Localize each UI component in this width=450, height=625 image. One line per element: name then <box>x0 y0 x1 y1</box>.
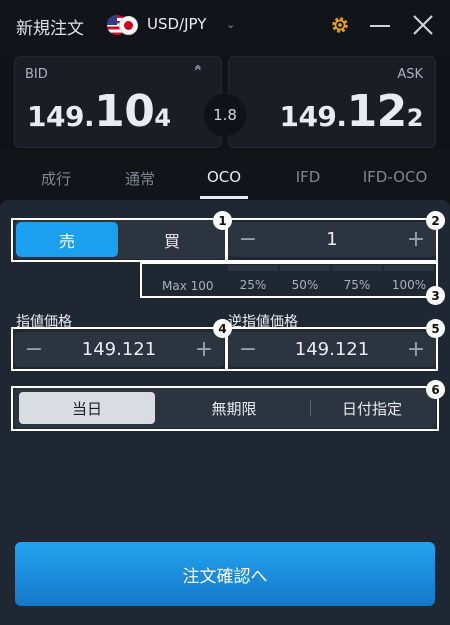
quantity-input[interactable]: 1 <box>268 222 396 257</box>
title-bar: 新規注文 USD/JPY ⌄ <box>0 0 450 52</box>
active-tab-indicator <box>200 196 248 199</box>
bid-label: BID <box>25 67 48 82</box>
ask-label: ASK <box>397 67 423 82</box>
limit-price-input[interactable]: 149.121 <box>54 332 184 367</box>
close-icon[interactable] <box>412 14 434 36</box>
gear-icon[interactable] <box>329 14 351 36</box>
currency-pair-selector[interactable]: USD/JPY <box>147 15 206 33</box>
tab-market[interactable]: 成行 <box>20 168 92 189</box>
double-chevron-up-icon[interactable]: ⌃ ⌃ <box>192 63 204 95</box>
limit-price-plus-button[interactable]: + <box>188 332 220 367</box>
stop-price-stepper: − 149.121 + <box>228 332 436 367</box>
limit-price-minus-button[interactable]: − <box>18 332 50 367</box>
window-title: 新規注文 <box>16 19 84 39</box>
annotation-badge-4: 4 <box>213 319 232 338</box>
quantity-minus-button[interactable]: − <box>232 222 264 257</box>
currency-flags-icon <box>107 15 143 37</box>
japan-flag-icon <box>119 16 138 35</box>
chevron-down-icon[interactable]: ⌄ <box>226 18 235 31</box>
annotation-badge-5: 5 <box>426 319 445 338</box>
limit-price-stepper: − 149.121 + <box>14 332 224 367</box>
minimize-icon[interactable] <box>370 25 390 27</box>
order-type-tabs: 成行 通常 OCO IFD IFD-OCO <box>0 150 450 200</box>
sell-button[interactable]: 売 <box>16 222 118 257</box>
tab-ifd[interactable]: IFD <box>272 168 344 186</box>
preset-75-button[interactable]: 75% <box>332 265 382 298</box>
bid-quote-panel[interactable]: BID 149.104 <box>14 56 222 148</box>
stop-price-label: 逆指値価格 <box>228 314 298 330</box>
preset-50-button[interactable]: 50% <box>280 265 330 298</box>
confirm-order-button[interactable]: 注文確認へ <box>15 542 435 606</box>
validity-date-button[interactable]: 日付指定 <box>312 388 432 428</box>
tab-ifd-oco[interactable]: IFD-OCO <box>352 168 438 186</box>
buy-button[interactable]: 買 <box>120 222 224 257</box>
annotation-badge-6: 6 <box>426 380 445 399</box>
tab-normal[interactable]: 通常 <box>104 168 176 189</box>
max-quantity-label: Max 100 <box>162 279 214 293</box>
quantity-stepper: − 1 + <box>228 222 436 257</box>
validity-unlimited-button[interactable]: 無期限 <box>160 388 308 428</box>
validity-divider <box>310 400 311 416</box>
stop-price-minus-button[interactable]: − <box>232 332 264 367</box>
ask-quote-panel[interactable]: ⌃ ⌃ ASK 149.122 <box>192 56 436 148</box>
preset-25-button[interactable]: 25% <box>228 265 278 298</box>
stop-price-input[interactable]: 149.121 <box>268 332 396 367</box>
quantity-plus-button[interactable]: + <box>400 222 432 257</box>
annotation-badge-1: 1 <box>213 211 232 230</box>
tab-oco[interactable]: OCO <box>188 168 260 186</box>
limit-price-label: 指値価格 <box>16 314 72 330</box>
annotation-badge-3: 3 <box>426 286 445 305</box>
stop-price-plus-button[interactable]: + <box>400 332 432 367</box>
spread-badge: 1.8 <box>203 93 247 137</box>
validity-selector: 当日 無期限 日付指定 <box>14 388 436 428</box>
annotation-badge-2: 2 <box>426 211 445 230</box>
bid-price: 149.104 <box>27 86 171 137</box>
validity-today-button[interactable]: 当日 <box>19 392 155 424</box>
ask-price: 149.122 <box>279 86 423 137</box>
